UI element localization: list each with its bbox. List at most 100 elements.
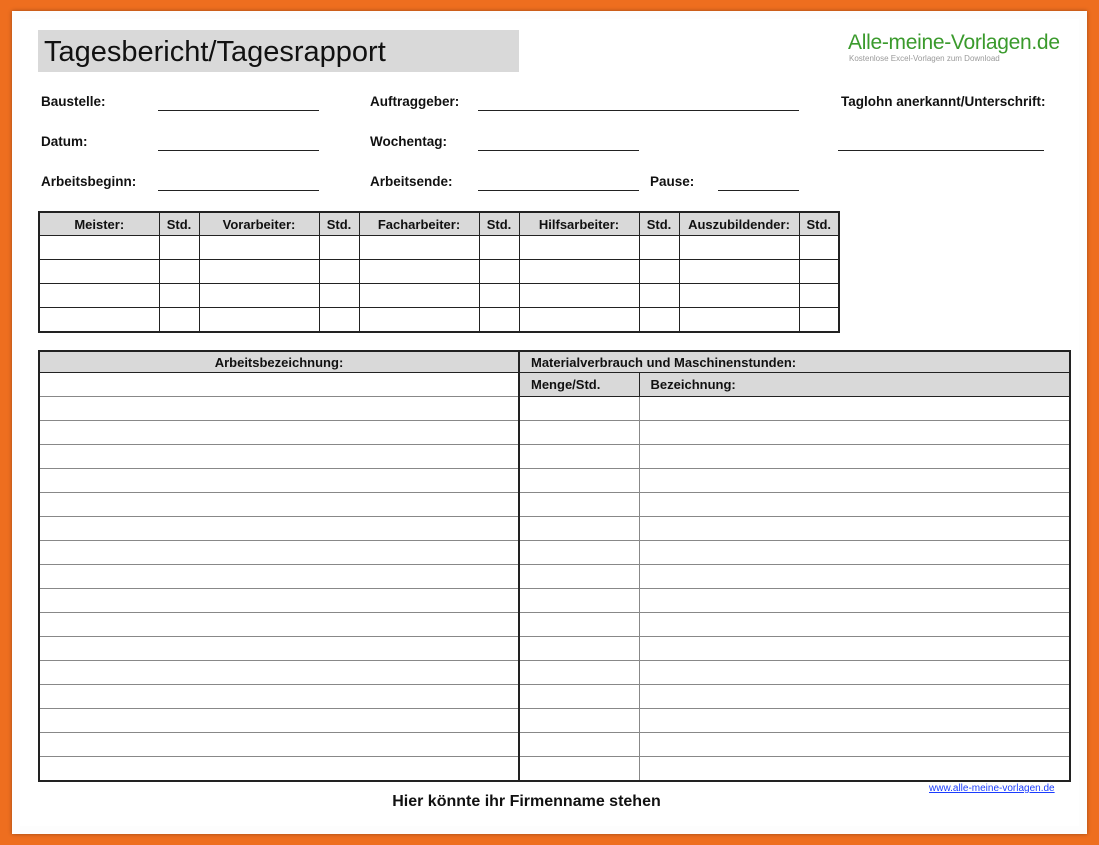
table-cell[interactable]: [518, 588, 640, 613]
table-cell[interactable]: [358, 235, 480, 260]
table-cell[interactable]: [638, 684, 1071, 709]
table-cell[interactable]: [38, 540, 520, 565]
table-cell[interactable]: [38, 396, 520, 421]
table-cell[interactable]: [638, 492, 1071, 517]
field-arbeitsbeginn[interactable]: [158, 190, 319, 191]
table-cell[interactable]: [638, 564, 1071, 589]
table-cell[interactable]: [478, 259, 520, 284]
table-cell[interactable]: [638, 468, 1071, 493]
table-cell[interactable]: [638, 660, 1071, 685]
table-cell[interactable]: [638, 420, 1071, 445]
table-cell[interactable]: [198, 307, 320, 333]
table-cell[interactable]: [38, 283, 160, 308]
table-cell[interactable]: [518, 492, 640, 517]
table-cell[interactable]: [38, 420, 520, 445]
table-cell[interactable]: [638, 612, 1071, 637]
table-cell[interactable]: [798, 235, 840, 260]
field-signature[interactable]: [838, 150, 1044, 151]
table-cell[interactable]: [358, 259, 480, 284]
table-cell[interactable]: [518, 307, 640, 333]
table-cell[interactable]: [318, 307, 360, 333]
table-cell[interactable]: [638, 396, 1071, 421]
table-cell[interactable]: [678, 235, 800, 260]
table-cell[interactable]: [518, 259, 640, 284]
table-cell[interactable]: [518, 732, 640, 757]
table-cell[interactable]: [518, 540, 640, 565]
table-cell[interactable]: [518, 283, 640, 308]
table-cell[interactable]: [38, 660, 520, 685]
field-datum[interactable]: [158, 150, 319, 151]
table-cell[interactable]: [518, 636, 640, 661]
table-cell[interactable]: [198, 235, 320, 260]
table-cell[interactable]: [38, 307, 160, 333]
table-cell[interactable]: [518, 612, 640, 637]
table-cell[interactable]: [38, 516, 520, 541]
table-cell[interactable]: [38, 636, 520, 661]
table-cell[interactable]: [518, 708, 640, 733]
table-cell[interactable]: [38, 235, 160, 260]
table-cell[interactable]: [518, 564, 640, 589]
table-row: [38, 307, 840, 333]
table-cell[interactable]: [638, 283, 680, 308]
table-cell[interactable]: [798, 307, 840, 333]
table-cell[interactable]: [318, 235, 360, 260]
field-baustelle[interactable]: [158, 110, 319, 111]
field-wochentag[interactable]: [478, 150, 639, 151]
table-cell[interactable]: [478, 235, 520, 260]
table-cell[interactable]: [38, 588, 520, 613]
website-link[interactable]: www.alle-meine-vorlagen.de: [929, 783, 1055, 795]
table-cell[interactable]: [638, 516, 1071, 541]
table-cell[interactable]: [678, 259, 800, 284]
table-cell[interactable]: [638, 307, 680, 333]
table-cell[interactable]: [798, 283, 840, 308]
table-cell[interactable]: [638, 540, 1071, 565]
table-cell[interactable]: [638, 444, 1071, 469]
field-auftraggeber[interactable]: [478, 110, 799, 111]
table-cell[interactable]: [318, 283, 360, 308]
table-cell[interactable]: [38, 468, 520, 493]
table-cell[interactable]: [158, 283, 200, 308]
table-cell[interactable]: [638, 235, 680, 260]
table-cell[interactable]: [518, 444, 640, 469]
field-pause[interactable]: [718, 190, 799, 191]
table-cell[interactable]: [678, 283, 800, 308]
table-cell[interactable]: [358, 283, 480, 308]
table-cell[interactable]: [38, 372, 520, 397]
table-cell[interactable]: [358, 307, 480, 333]
table-cell[interactable]: [38, 444, 520, 469]
table-cell[interactable]: [518, 684, 640, 709]
table-cell[interactable]: [518, 468, 640, 493]
table-cell[interactable]: [158, 235, 200, 260]
table-cell[interactable]: [638, 636, 1071, 661]
table-cell[interactable]: [518, 660, 640, 685]
table-cell[interactable]: [38, 259, 160, 284]
table-cell[interactable]: [38, 732, 520, 757]
field-arbeitsende[interactable]: [478, 190, 639, 191]
table-cell[interactable]: [518, 235, 640, 260]
table-cell[interactable]: [518, 396, 640, 421]
table-cell[interactable]: [38, 756, 520, 782]
table-cell[interactable]: [38, 612, 520, 637]
table-cell[interactable]: [198, 259, 320, 284]
table-cell[interactable]: [638, 708, 1071, 733]
table-cell[interactable]: [638, 588, 1071, 613]
table-cell[interactable]: [158, 259, 200, 284]
table-cell[interactable]: [478, 307, 520, 333]
table-cell[interactable]: [38, 564, 520, 589]
table-cell[interactable]: [478, 283, 520, 308]
table-cell[interactable]: [38, 708, 520, 733]
table-cell[interactable]: [318, 259, 360, 284]
table-cell[interactable]: [638, 259, 680, 284]
table-cell[interactable]: [518, 420, 640, 445]
table-cell[interactable]: [798, 259, 840, 284]
table-cell[interactable]: [678, 307, 800, 333]
table-cell[interactable]: [198, 283, 320, 308]
table-cell[interactable]: [518, 516, 640, 541]
table-cell[interactable]: [638, 756, 1071, 782]
table-cell[interactable]: [158, 307, 200, 333]
table-cell[interactable]: [38, 492, 520, 517]
table-cell[interactable]: [38, 684, 520, 709]
table-cell[interactable]: [518, 756, 640, 782]
table-cell[interactable]: [638, 732, 1071, 757]
label-datum: Datum:: [41, 134, 88, 149]
